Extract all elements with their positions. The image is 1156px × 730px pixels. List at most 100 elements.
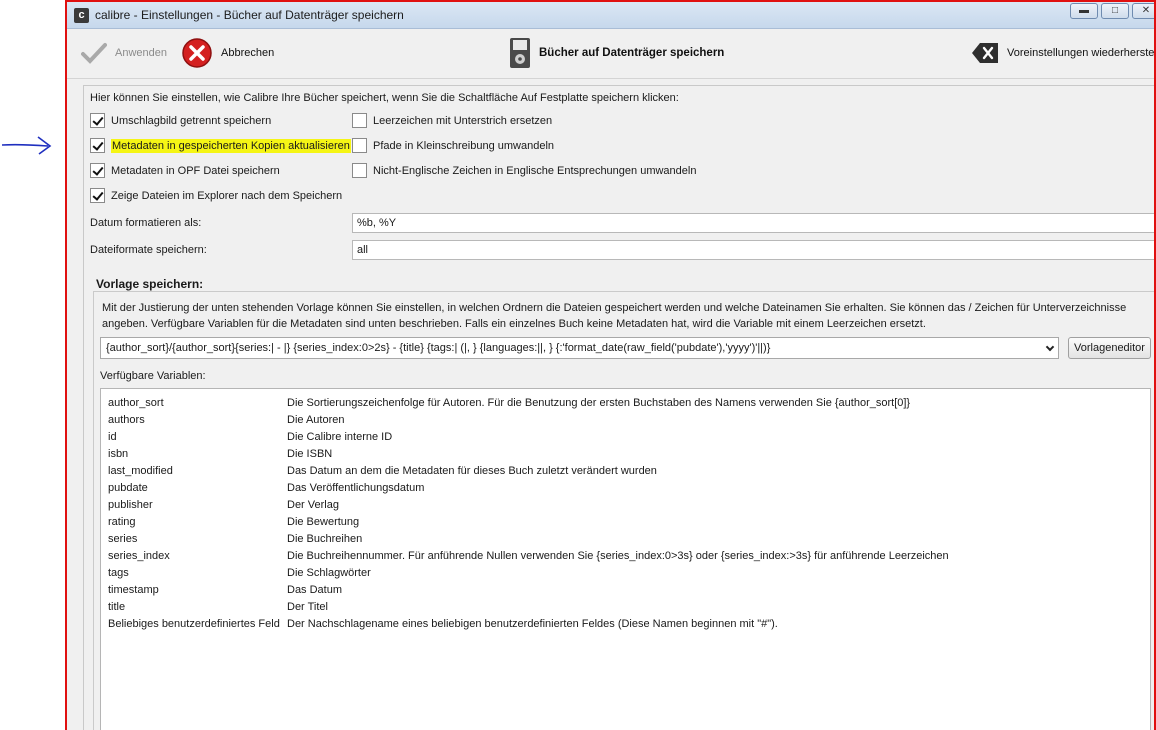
variable-row: author_sort Die Sortierungszeichenfolge f…: [101, 395, 1150, 412]
variable-row: rating Die Bewertung: [101, 514, 1150, 531]
variable-desc: Das Datum: [287, 584, 343, 596]
template-group: Mit der Justierung der unten stehenden V…: [93, 291, 1154, 730]
variable-name: rating: [108, 516, 136, 528]
variable-name: isbn: [108, 448, 129, 460]
variable-desc: Die Calibre interne ID: [287, 431, 393, 443]
cancel-x-icon: [182, 38, 212, 68]
variable-name: publisher: [108, 499, 153, 511]
variable-desc: Die Bewertung: [287, 516, 360, 528]
option-label: Nicht-Englische Zeichen in Englische Ent…: [373, 164, 697, 177]
settings-panel: Hier können Sie einstellen, wie Calibre …: [67, 80, 1154, 730]
variable-desc: Das Veröffentlichungsdatum: [287, 482, 425, 494]
template-combobox[interactable]: {author_sort}/{author_sort}{series:| - |…: [100, 337, 1059, 359]
variable-name: series_index: [108, 550, 170, 562]
variable-desc: Die Sortierungszeichenfolge für Autoren.…: [287, 397, 911, 409]
variable-row: timestamp Das Datum: [101, 582, 1150, 599]
date-format-label: Datum formatieren als:: [90, 217, 202, 229]
title-bar: c calibre - Einstellungen - Bücher auf D…: [67, 2, 1154, 29]
option-label-highlighted: Metadaten in gespeicherten Kopien aktual…: [111, 138, 351, 153]
variable-row: last_modified Das Datum an dem die Metada…: [101, 463, 1150, 480]
variable-name: id: [108, 431, 117, 443]
variable-name: last_modified: [108, 465, 173, 477]
cancel-button[interactable]: Abbrechen: [181, 37, 274, 69]
variable-name: series: [108, 533, 138, 545]
checkbox[interactable]: [90, 188, 105, 203]
maximize-button[interactable]: □: [1101, 3, 1129, 19]
option-ascii-filenames[interactable]: Nicht-Englische Zeichen in Englische Ent…: [352, 163, 696, 178]
checkbox[interactable]: [352, 138, 367, 153]
checkmark-icon: [81, 43, 107, 64]
variable-name: tags: [108, 567, 129, 579]
option-label: Umschlagbild getrennt speichern: [111, 114, 272, 127]
intro-text: Hier können Sie einstellen, wie Calibre …: [90, 92, 679, 104]
option-update-metadata[interactable]: Metadaten in gespeicherten Kopien aktual…: [90, 138, 351, 153]
maximize-icon: □: [1111, 5, 1119, 16]
template-description: Mit der Justierung der unten stehenden V…: [102, 302, 1127, 330]
date-format-input[interactable]: %b, %Y: [352, 213, 1154, 233]
checkbox[interactable]: [90, 138, 105, 153]
variable-row: series_index Die Buchreihennummer. Für an…: [101, 548, 1150, 565]
calibre-app-icon: c: [74, 8, 89, 23]
variables-list[interactable]: author_sort Die Sortierungszeichenfolge f…: [100, 388, 1151, 730]
variable-desc: Die Schlagwörter: [287, 567, 371, 579]
option-label: Leerzeichen mit Unterstrich ersetzen: [373, 114, 553, 127]
restore-defaults-button[interactable]: Voreinstellungen wiederherstellen: [971, 37, 1156, 69]
variable-desc: Die Buchreihen: [287, 533, 363, 545]
variable-desc: Der Nachschlagename eines beliebigen ben…: [287, 618, 778, 630]
variable-name: author_sort: [108, 397, 164, 409]
variable-row: pubdate Das Veröffentlichungsdatum: [101, 480, 1150, 497]
option-replace-whitespace[interactable]: Leerzeichen mit Unterstrich ersetzen: [352, 113, 552, 128]
minimize-icon: ▬: [1079, 5, 1089, 16]
variable-row: isbn Die ISBN: [101, 446, 1150, 463]
variable-row: Beliebiges benutzerdefiniertes Feld Der N…: [101, 616, 1150, 633]
preferences-window: c calibre - Einstellungen - Bücher auf D…: [65, 0, 1156, 730]
window-title: calibre - Einstellungen - Bücher auf Dat…: [95, 8, 404, 22]
file-formats-input[interactable]: all: [352, 240, 1154, 260]
variable-row: publisher Der Verlag: [101, 497, 1150, 514]
variable-name: pubdate: [108, 482, 148, 494]
template-group-title: Vorlage speichern:: [96, 277, 204, 291]
variable-desc: Der Titel: [287, 601, 328, 613]
checkbox[interactable]: [90, 113, 105, 128]
section-title: Bücher auf Datenträger speichern: [539, 47, 725, 59]
chevron-down-icon[interactable]: [1045, 342, 1055, 352]
checkbox[interactable]: [352, 163, 367, 178]
apply-button[interactable]: Anwenden: [81, 37, 167, 69]
backspace-icon: [972, 43, 998, 63]
toolbar: Anwenden Abbrechen Bücher auf Datenträge…: [67, 29, 1154, 79]
annotation-arrow-icon: [1, 136, 52, 155]
apply-label: Anwenden: [115, 47, 167, 59]
variable-name: title: [108, 601, 126, 613]
variable-desc: Die ISBN: [287, 448, 333, 460]
variable-name: authors: [108, 414, 145, 426]
close-button[interactable]: ✕: [1132, 3, 1154, 19]
restore-defaults-label: Voreinstellungen wiederherstellen: [1007, 47, 1156, 59]
variable-name: Beliebiges benutzerdefiniertes Feld: [108, 618, 280, 630]
option-save-opf[interactable]: Metadaten in OPF Datei speichern: [90, 163, 280, 178]
option-lowercase-paths[interactable]: Pfade in Kleinschreibung umwandeln: [352, 138, 554, 153]
variable-row: id Die Calibre interne ID: [101, 429, 1150, 446]
available-variables-label: Verfügbare Variablen:: [100, 370, 206, 382]
variable-desc: Der Verlag: [287, 499, 339, 511]
close-icon: ✕: [1141, 5, 1151, 16]
option-show-in-explorer[interactable]: Zeige Dateien im Explorer nach dem Speic…: [90, 188, 342, 203]
option-save-cover-separately[interactable]: Umschlagbild getrennt speichern: [90, 113, 271, 128]
option-label: Metadaten in OPF Datei speichern: [111, 164, 280, 177]
template-editor-button[interactable]: Vorlageneditor: [1068, 337, 1151, 359]
variable-desc: Die Buchreihennummer. Für anführende Nul…: [287, 550, 949, 562]
section-heading: Bücher auf Datenträger speichern: [509, 37, 724, 69]
variable-row: tags Die Schlagwörter: [101, 565, 1150, 582]
option-label: Zeige Dateien im Explorer nach dem Speic…: [111, 189, 343, 202]
cancel-label: Abbrechen: [221, 47, 275, 59]
minimize-button[interactable]: ▬: [1070, 3, 1098, 19]
variable-name: timestamp: [108, 584, 159, 596]
save-to-disk-icon: [510, 38, 530, 68]
file-formats-label: Dateiformate speichern:: [90, 244, 207, 256]
variable-desc: Das Datum an dem die Metadaten für diese…: [287, 465, 657, 477]
variable-row: series Die Buchreihen: [101, 531, 1150, 548]
template-value: {author_sort}/{author_sort}{series:| - |…: [106, 342, 771, 354]
checkbox[interactable]: [352, 113, 367, 128]
variable-row: authors Die Autoren: [101, 412, 1150, 429]
checkbox[interactable]: [90, 163, 105, 178]
variable-row: title Der Titel: [101, 599, 1150, 616]
